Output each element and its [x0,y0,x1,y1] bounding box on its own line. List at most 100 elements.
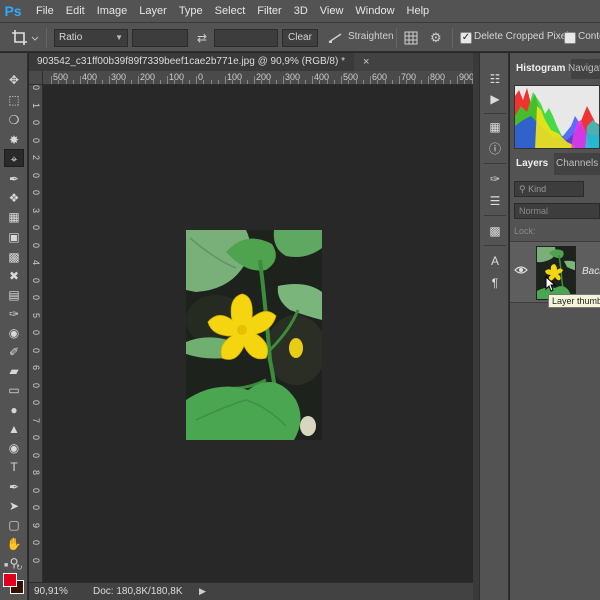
chevron-right-icon[interactable]: ▶ [199,586,206,597]
menu-layer[interactable]: Layer [133,0,173,22]
options-bar: Ratio ▼ ⇄ Clear Straighten ⚙ ✓ Delete Cr… [0,22,600,52]
type-tool-icon[interactable]: T [4,458,24,476]
menu-image[interactable]: Image [91,0,134,22]
tab-layers[interactable]: Layers [510,153,555,175]
move-tool-icon[interactable]: ✥ [4,71,24,89]
brush-presets-icon[interactable]: ✑ [486,171,504,187]
menu-edit[interactable]: Edit [60,0,91,22]
adjustments-icon[interactable]: ▦ [486,119,504,135]
menu-help[interactable]: Help [401,0,436,22]
ratio-width-input[interactable] [132,29,188,47]
layer-kind-select[interactable]: ⚲ Kind [514,181,584,197]
spot-healing-tool-icon[interactable]: ❖ [4,189,24,207]
patch-tool-icon[interactable]: ▤ [4,286,24,304]
tab-navigator[interactable]: Navigat [562,59,600,79]
crop-preset-picker[interactable] [10,28,44,48]
ruler-tick [80,76,81,84]
swap-colors-icon[interactable]: ↻ [16,563,23,572]
menu-file[interactable]: File [30,0,60,22]
content-aware-checkbox[interactable] [564,32,576,44]
status-bar: 90,91% Doc: 180,8K/180,8K ▶ [29,582,473,600]
ruler-tick [261,80,263,84]
document-image[interactable] [186,230,322,440]
ruler-tick-label: 0 [31,190,41,196]
clone-source-icon[interactable]: ▩ [486,223,504,239]
divider [396,28,397,48]
ratio-select[interactable]: Ratio ▼ [54,29,128,47]
ruler-tick [449,80,451,84]
ruler-origin[interactable] [29,71,43,85]
menu-select[interactable]: Select [209,0,252,22]
ratio-height-input[interactable] [214,29,278,47]
character-panel-icon[interactable]: A [486,253,504,269]
lasso-tool-icon[interactable]: ❍ [4,111,24,129]
pen-tool-icon[interactable]: ✒ [4,478,24,496]
ruler-tick [101,80,103,84]
vertical-ruler[interactable]: 0 1 0 0 2 0 0 3 0 0 4 0 0 5 0 0 6 0 0 7 0 0 8 0 0 9 0 0 [29,85,43,582]
straighten-label[interactable]: Straighten [348,31,394,42]
horizontal-ruler[interactable]: 500 400 300 200 100 0 100 200 300 400 500 600 700 800… [43,71,473,85]
divider [452,28,453,48]
gear-icon[interactable]: ⚙ [430,31,442,45]
ruler-tick-label: 0 [31,382,41,388]
ruler-tick-label: 0 [31,557,41,563]
close-icon[interactable]: × [363,53,369,71]
menu-view[interactable]: View [314,0,350,22]
eraser-tool-icon[interactable]: ▰ [4,362,24,380]
sponge-tool-icon[interactable]: ◉ [4,439,24,457]
ruler-tick [203,80,205,84]
history-brush-icon[interactable]: ✐ [4,343,24,361]
ruler-tick [341,76,342,84]
foreground-color-swatch[interactable] [3,573,17,587]
tooltip: Layer thumbn [548,294,600,308]
brush-settings-icon[interactable]: ☰ [486,193,504,209]
ruler-tick-label: 0 [31,277,41,283]
ruler-tick [109,76,110,84]
ruler-tick-label: 0 [31,120,41,126]
blend-mode-select[interactable]: Normal [514,203,600,219]
default-colors-icon[interactable]: ■ [4,562,8,569]
layer-name[interactable]: Back [582,266,600,277]
menu-window[interactable]: Window [349,0,400,22]
delete-cropped-checkbox[interactable]: ✓ [460,32,472,44]
menu-filter[interactable]: Filter [251,0,287,22]
menu-3d[interactable]: 3D [288,0,314,22]
path-select-icon[interactable]: ➤ [4,497,24,515]
tab-channels[interactable]: Channels [550,153,600,175]
eyedropper-tool-icon[interactable]: ✒ [4,170,24,188]
ruler-tick [428,76,429,84]
dodge-tool-icon[interactable]: ▲ [4,420,24,438]
ruler-tick-label: 0 [31,330,41,336]
brush-tool-icon[interactable]: ✑ [4,305,24,323]
shape-tool-icon[interactable]: ▢ [4,516,24,534]
play-actions-icon[interactable]: ▶ [486,91,504,107]
menu-type[interactable]: Type [173,0,209,22]
quick-select-tool-icon[interactable]: ✸ [4,131,24,149]
overlay-grid-icon[interactable] [404,31,418,45]
crop-tool-icon[interactable]: ⌖ [4,149,24,167]
history-icon[interactable]: ☷ [486,71,504,87]
right-panels: Histogram Navigat Layers Channels ⚲ Kind… [510,53,600,600]
shuffle-icon[interactable]: ✖ [4,267,24,285]
swap-ratio-icon[interactable]: ⇄ [194,29,210,47]
document-tab[interactable]: 903542_c31ff00b39f89f7339beef1cae2b771e.… [29,53,354,71]
ruler-tick [65,80,67,84]
ruler-tick [123,80,125,84]
ruler-tick-label: 0 [31,347,41,353]
paragraph-panel-icon[interactable]: ¶ [486,275,504,291]
zoom-level[interactable]: 90,91% [34,586,68,597]
eye-icon[interactable] [514,265,528,275]
hand-tool-icon[interactable]: ✋ [4,535,24,553]
blur-tool-icon[interactable]: ● [4,401,24,419]
clone-stamp-icon[interactable]: ▣ [4,228,24,246]
marquee-tool-icon[interactable]: ⬚ [4,91,24,109]
pattern-stamp-icon[interactable]: ▩ [4,248,24,266]
stamp-tool-icon[interactable]: ◉ [4,324,24,342]
ruler-tick [406,80,408,84]
cucumber-flower-photo [186,230,322,440]
bandage-icon[interactable]: ▦ [4,208,24,226]
gradient-tool-icon[interactable]: ▭ [4,381,24,399]
info-icon[interactable]: ⓘ [486,141,504,157]
clear-button[interactable]: Clear [282,29,318,47]
straighten-icon[interactable] [328,32,342,44]
